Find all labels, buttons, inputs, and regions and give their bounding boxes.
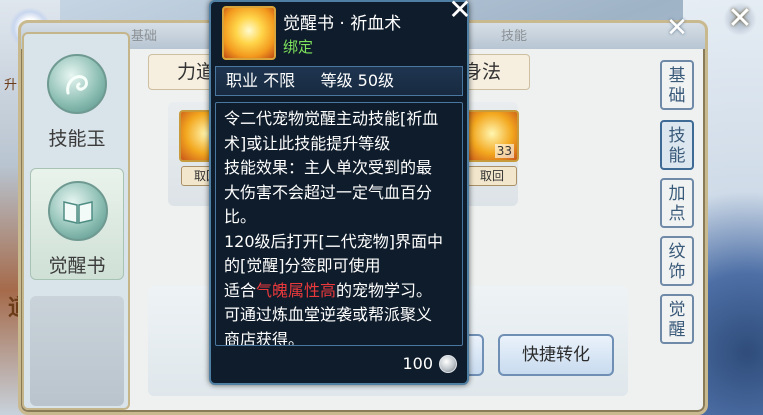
bind-status: 绑定 [283, 38, 314, 56]
background-side-text: 升 [4, 78, 18, 93]
tooltip-close-icon[interactable]: ✕ [446, 0, 474, 24]
tab-pattern[interactable]: 纹饰 [660, 236, 694, 286]
highlight-attribute: 气魄属性高 [256, 280, 337, 300]
topbar-tab-left: 基础 [131, 29, 158, 44]
topbar-tab-right: 技能 [501, 29, 528, 44]
tab-skill[interactable]: 技能 [660, 120, 694, 170]
description-line: 商店获得。 [224, 329, 305, 346]
tooltip-description: 令二代宠物觉醒主动技能[祈血 术]或让此技能提升等级 技能效果：主人单次受到的最… [215, 102, 463, 346]
tooltip-stat-bar: 职业 不限 等级 50级 [215, 66, 463, 96]
description-line: 120级后打开[二代宠物]界面中 [224, 231, 444, 251]
item-price: 100 [402, 354, 457, 373]
highlight-suffix: 的宠物学习。 [336, 280, 433, 300]
skill-slot-2[interactable]: 33 取回 [462, 110, 522, 190]
description-line-highlight: 适合气魄属性高的宠物学习。 [224, 279, 454, 304]
price-value: 100 [402, 354, 433, 373]
description-line: 大伤害不会超过一定气血百分 [224, 182, 433, 202]
silver-coin-icon [439, 354, 457, 373]
window-close-icon[interactable]: ✕ [723, 2, 757, 36]
level-label: 等级 [320, 71, 353, 90]
awaken-book-slot-icon: 33 [465, 110, 519, 162]
job-value: 不限 [263, 71, 296, 90]
nav-item-label: 觉醒书 [48, 255, 106, 277]
nav-item-awaken-book[interactable]: 觉醒书 [30, 168, 124, 280]
book-icon [48, 181, 108, 241]
description-line: 令二代宠物觉醒主动技能[祈血 [224, 109, 439, 128]
nav-empty-slot [30, 296, 124, 406]
highlight-prefix: 适合 [224, 280, 257, 300]
tooltip-title: 觉醒书 · 祈血术 [283, 14, 402, 34]
slot-count: 33 [494, 144, 514, 158]
job-label: 职业 [226, 71, 259, 90]
item-tooltip: 觉醒书 · 祈血术 绑定 职业 不限 等级 50级 令二代宠物觉醒主动技能[祈血… [209, 0, 469, 385]
description-line: 可通过炼血堂逆袭或帮派聚义 [224, 305, 433, 324]
description-line: 术]或让此技能提升等级 [224, 133, 391, 153]
quick-convert-button[interactable]: 快捷转化 [498, 334, 614, 376]
description-line: 技能效果：主人单次受到的最 [224, 158, 433, 177]
tab-awaken[interactable]: 觉醒 [660, 294, 694, 344]
description-line: 比。 [224, 207, 257, 226]
awaken-book-item-icon [222, 6, 276, 60]
retrieve-button[interactable]: 取回 [467, 166, 517, 186]
tab-points[interactable]: 加点 [660, 178, 694, 228]
dragon-emblem-icon [47, 54, 107, 114]
nav-item-label: 技能玉 [48, 128, 106, 150]
left-nav: 技能玉 觉醒书 [22, 32, 130, 410]
tab-basic[interactable]: 基础 [660, 60, 694, 110]
description-line: 的[觉醒]分签即可使用 [224, 256, 381, 275]
nav-item-skill-jade[interactable]: 技能玉 [30, 42, 124, 154]
close-icon[interactable]: ✕ [663, 14, 691, 42]
level-value: 50级 [357, 71, 395, 90]
